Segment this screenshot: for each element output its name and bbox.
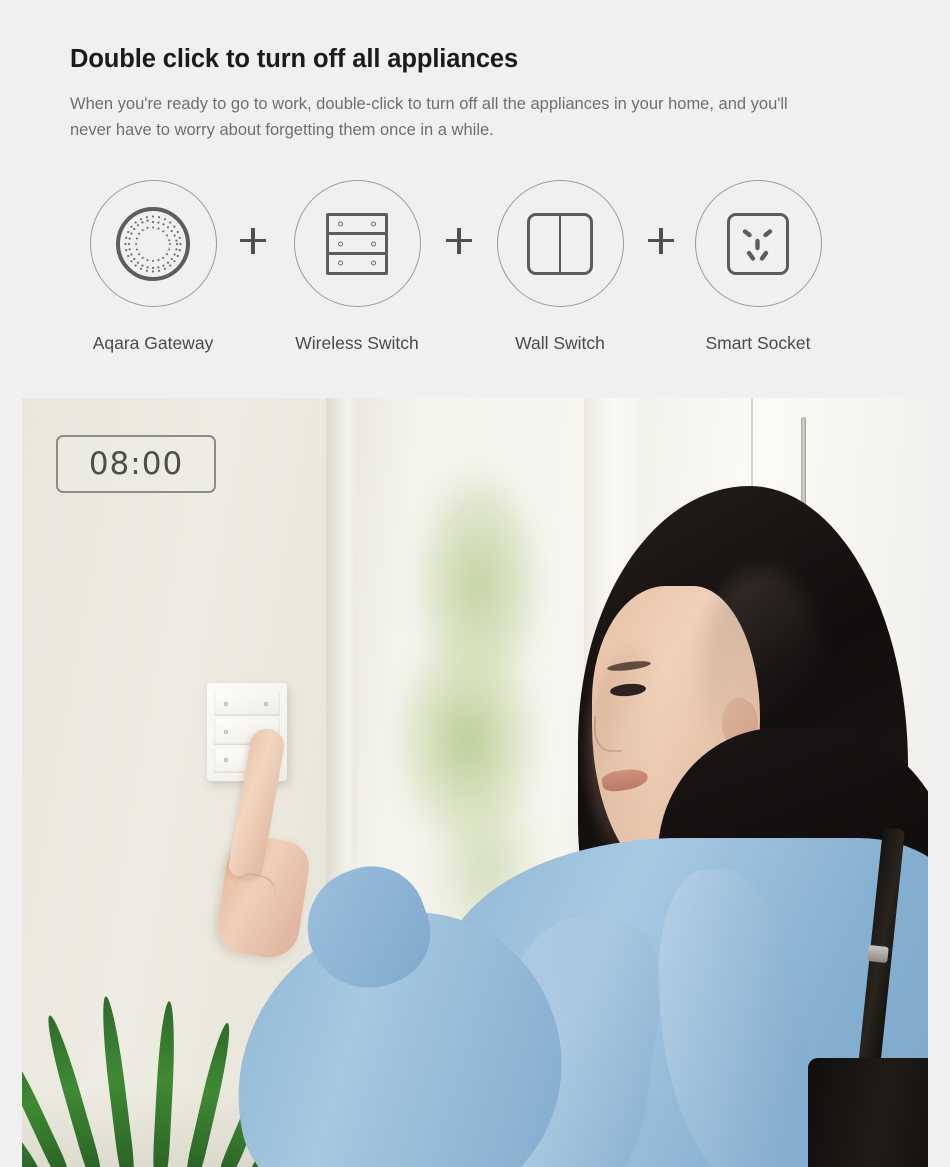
device-item-gateway[interactable]: Aqara Gateway: [58, 180, 248, 354]
palm-frond: [152, 1000, 178, 1167]
wireless-switch-body: [326, 212, 388, 275]
switch-indicator: [264, 701, 268, 706]
device-item-wall-switch[interactable]: Wall Switch: [465, 180, 655, 354]
device-label: Wireless Switch: [295, 333, 419, 353]
hair-highlight: [702, 568, 822, 778]
clock-badge: 08:00: [56, 435, 216, 493]
wall-switch-body: [527, 212, 593, 275]
page-title: Double click to turn off all appliances: [70, 45, 519, 73]
bag-strap-buckle: [867, 944, 889, 964]
wireless-switch-row: [329, 235, 385, 255]
switch-dot: [338, 241, 343, 246]
gateway-icon: [89, 180, 217, 307]
switch-dot: [371, 221, 376, 227]
gateway-grille-dots: [120, 210, 186, 277]
door-hinge: [801, 417, 807, 514]
page-description: When you're ready to go to work, double-…: [70, 94, 788, 140]
promo-page: Double click to turn off all appliances …: [0, 0, 950, 1167]
photo-scene: 08:00: [22, 398, 928, 1167]
wall-switch-icon: [496, 180, 624, 307]
switch-dot: [371, 260, 376, 266]
wall-switch-key[interactable]: [214, 691, 280, 717]
wall-switch-half: [561, 216, 590, 272]
palm-frond: [97, 995, 136, 1167]
pointing-hand: [213, 726, 338, 1058]
switch-dot: [371, 241, 376, 246]
wireless-switch-row: [329, 216, 385, 236]
shoulder-bag: [808, 1058, 928, 1167]
wall-switch-half: [530, 215, 561, 272]
switch-dot: [338, 260, 343, 266]
device-label: Wall Switch: [515, 333, 605, 353]
device-label: Aqara Gateway: [92, 333, 214, 353]
lifestyle-photo: 08:00: [22, 398, 928, 1167]
device-list: Aqara Gateway Wireless Switch Wall Switc…: [0, 180, 950, 380]
clock-time: 08:00: [88, 446, 184, 482]
device-label: Smart Socket: [705, 333, 811, 353]
wireless-switch-icon: [293, 180, 421, 307]
smart-socket-body: [727, 212, 789, 275]
device-item-smart-socket[interactable]: Smart Socket: [663, 180, 853, 354]
device-item-wireless-switch[interactable]: Wireless Switch: [262, 180, 452, 354]
smart-socket-icon: [694, 180, 822, 307]
switch-indicator: [224, 701, 228, 706]
header-text-block: Double click to turn off all appliances …: [70, 44, 890, 144]
switch-dot: [338, 221, 343, 227]
wireless-switch-row: [329, 255, 385, 272]
